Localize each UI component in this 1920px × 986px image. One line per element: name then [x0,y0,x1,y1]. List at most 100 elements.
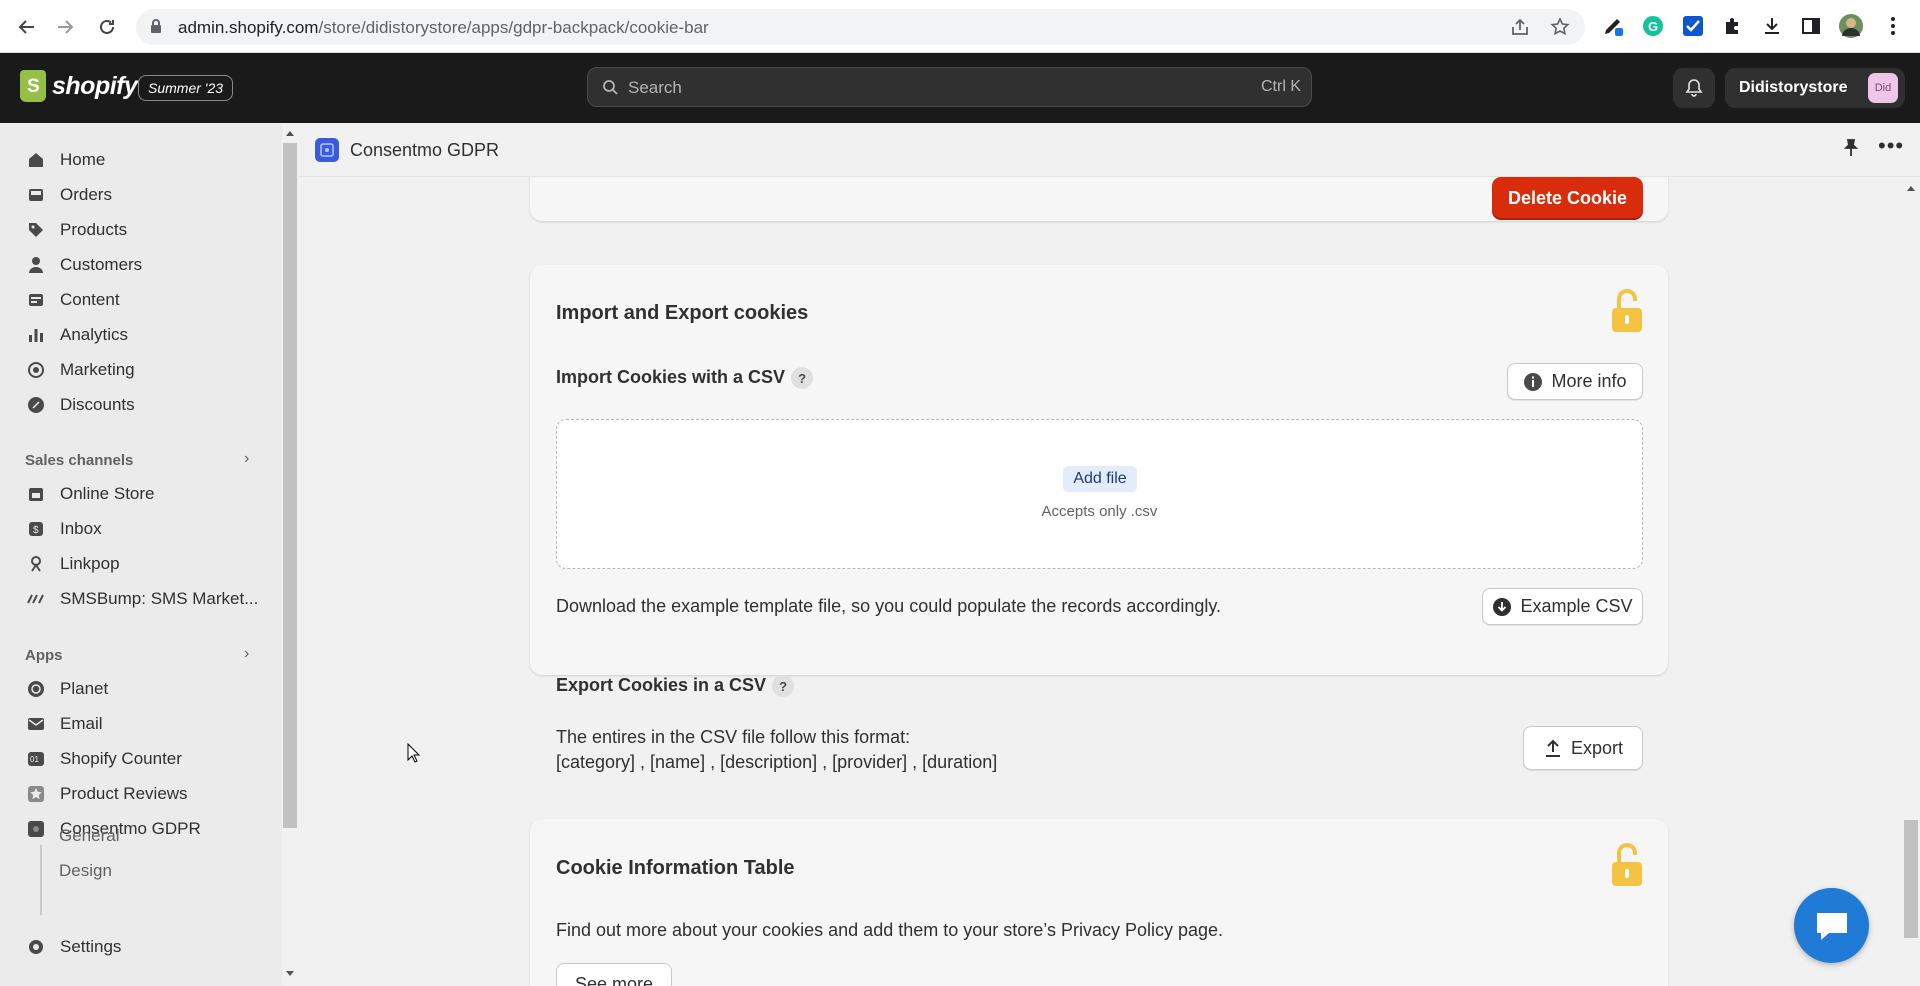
sidebar-item-marketing[interactable]: Marketing [12,353,268,387]
format-fields: [category] , [name] , [description] , [p… [556,752,998,772]
chevron-right-icon[interactable]: › [244,645,249,663]
delete-cookie-button[interactable]: Delete Cookie [1492,177,1643,220]
search-shortcut: Ctrl K [1261,78,1301,95]
planet-icon [26,679,46,699]
sidebar-item-email[interactable]: Email [12,707,268,741]
download-icon[interactable] [1759,13,1785,39]
content-scroll-thumb[interactable] [1904,820,1918,938]
sidebar-item-orders[interactable]: Orders [12,178,268,212]
sidebar-item-product-reviews[interactable]: Product Reviews [12,777,268,811]
sidebar-item-discounts[interactable]: Discounts [12,388,268,422]
accepts-hint: Accepts only .csv [1041,503,1158,520]
import-export-title: Import and Export cookies [556,302,809,324]
see-more-label: See more [574,974,654,986]
search-input[interactable]: Search Ctrl K [587,67,1312,107]
gear-icon [26,937,46,957]
shopify-logo[interactable]: S shopify [20,70,138,102]
svg-text:$: $ [33,525,39,536]
sidebar-item-products[interactable]: Products [12,213,268,247]
app-title: Consentmo GDPR [350,140,500,160]
download-hint: Download the example template file, so y… [556,596,1222,616]
notifications-button[interactable] [1673,68,1715,108]
email-icon [26,714,46,734]
bookmark-star-icon[interactable] [1550,17,1570,42]
export-heading: Export Cookies in a CSV? [556,675,795,698]
sales-channels-heading[interactable]: Sales channels [25,452,133,469]
store-icon [26,484,46,504]
see-more-button[interactable]: See more [556,963,672,986]
reload-icon[interactable] [92,12,122,42]
scroll-down-arrow-icon[interactable] [284,970,296,978]
svg-text:01: 01 [30,755,39,764]
sidebar-item-planet[interactable]: Planet [12,672,268,706]
sidebar-item-label: Inbox [60,519,102,538]
sidebar-item-settings[interactable]: Settings [12,930,268,964]
more-info-label: More info [1551,371,1627,391]
sidebar-item-customers[interactable]: Customers [12,248,268,282]
sidebar-item-label: Orders [60,185,112,204]
pin-icon[interactable] [1842,138,1860,163]
lock-icon [150,19,162,39]
format-intro: The entires in the CSV file follow this … [556,727,911,747]
sidebar-item-content[interactable]: Content [12,283,268,317]
edition-badge[interactable]: Summer '23 [138,75,234,101]
chat-bubble-icon [1816,912,1847,940]
subnav-item-general[interactable]: General [59,826,119,846]
content-icon [26,290,46,310]
more-info-button[interactable]: More info [1507,363,1643,400]
sidebar-scroll-thumb[interactable] [283,143,297,828]
subnav-item-design[interactable]: Design [59,861,112,881]
sidebar-item-label: Discounts [60,395,135,414]
sidebar-item-inbox[interactable]: $ Inbox [12,512,268,546]
address-bar[interactable]: admin.shopify.com/store/didistorystore/a… [136,9,1585,45]
sidebar-item-label: Online Store [60,484,155,503]
export-help-icon[interactable]: ? [772,675,795,698]
live-chat-button[interactable] [1794,888,1869,963]
content-scroll-up-icon[interactable] [1905,184,1917,192]
back-icon[interactable] [12,12,42,42]
share-icon[interactable] [1510,17,1530,42]
checkbox-extension-icon[interactable] [1680,13,1706,39]
sidebar-item-consentmo-gdpr[interactable]: Consentmo GDPR [12,812,268,846]
profile-avatar[interactable] [1838,13,1864,39]
sidebar-item-smsbump-sms-market[interactable]: SMSBump: SMS Market... [12,582,268,616]
forward-icon[interactable] [50,12,80,42]
browser-menu-icon[interactable] [1880,13,1906,39]
sidebar-item-home[interactable]: Home [12,143,268,177]
store-menu-button[interactable]: Didistorystore Did [1725,68,1905,108]
sidebar-item-label: Email [60,714,103,733]
mouse-cursor [407,742,421,768]
add-file-button[interactable]: Add file [1063,466,1137,492]
inbox-icon: $ [26,519,46,539]
unlock-icon[interactable] [1610,288,1644,339]
extensions-puzzle-icon[interactable] [1720,13,1746,39]
svg-text:G: G [1648,19,1658,34]
sidebar-item-label: Home [60,150,106,169]
upload-icon [1545,739,1560,757]
import-help-icon[interactable]: ? [791,367,814,390]
sidebar-item-linkpop[interactable]: Linkpop [12,547,268,581]
store-avatar: Did [1868,73,1898,103]
export-button[interactable]: Export [1523,726,1643,770]
sidebar-item-analytics[interactable]: Analytics [12,318,268,352]
side-panel-icon[interactable] [1798,13,1824,39]
grammarly-icon[interactable]: G [1640,13,1666,39]
sidebar-item-label: Content [60,290,120,309]
import-heading: Import Cookies with a CSV? [556,367,814,390]
csv-dropzone[interactable]: Add file Accepts only .csv [556,419,1643,569]
scroll-up-arrow-icon[interactable] [284,129,296,137]
apps-heading[interactable]: Apps [25,647,63,664]
more-actions-icon[interactable]: ••• [1878,133,1904,159]
search-icon [602,79,618,100]
example-csv-button[interactable]: Example CSV [1482,588,1643,625]
sidebar-item-online-store[interactable]: Online Store [12,477,268,511]
chevron-right-icon[interactable]: › [244,450,249,468]
sidebar-item-shopify-counter[interactable]: 01 Shopify Counter [12,742,268,776]
bar-chart-icon [26,325,46,345]
sidebar-item-label: Customers [60,255,143,274]
unlock-icon[interactable] [1610,842,1644,893]
admin-topbar: S shopify Summer '23 Search Ctrl K Didis… [0,53,1920,123]
star-icon [26,784,46,804]
discount-icon [26,395,46,415]
extension-pen-icon[interactable] [1600,13,1626,39]
